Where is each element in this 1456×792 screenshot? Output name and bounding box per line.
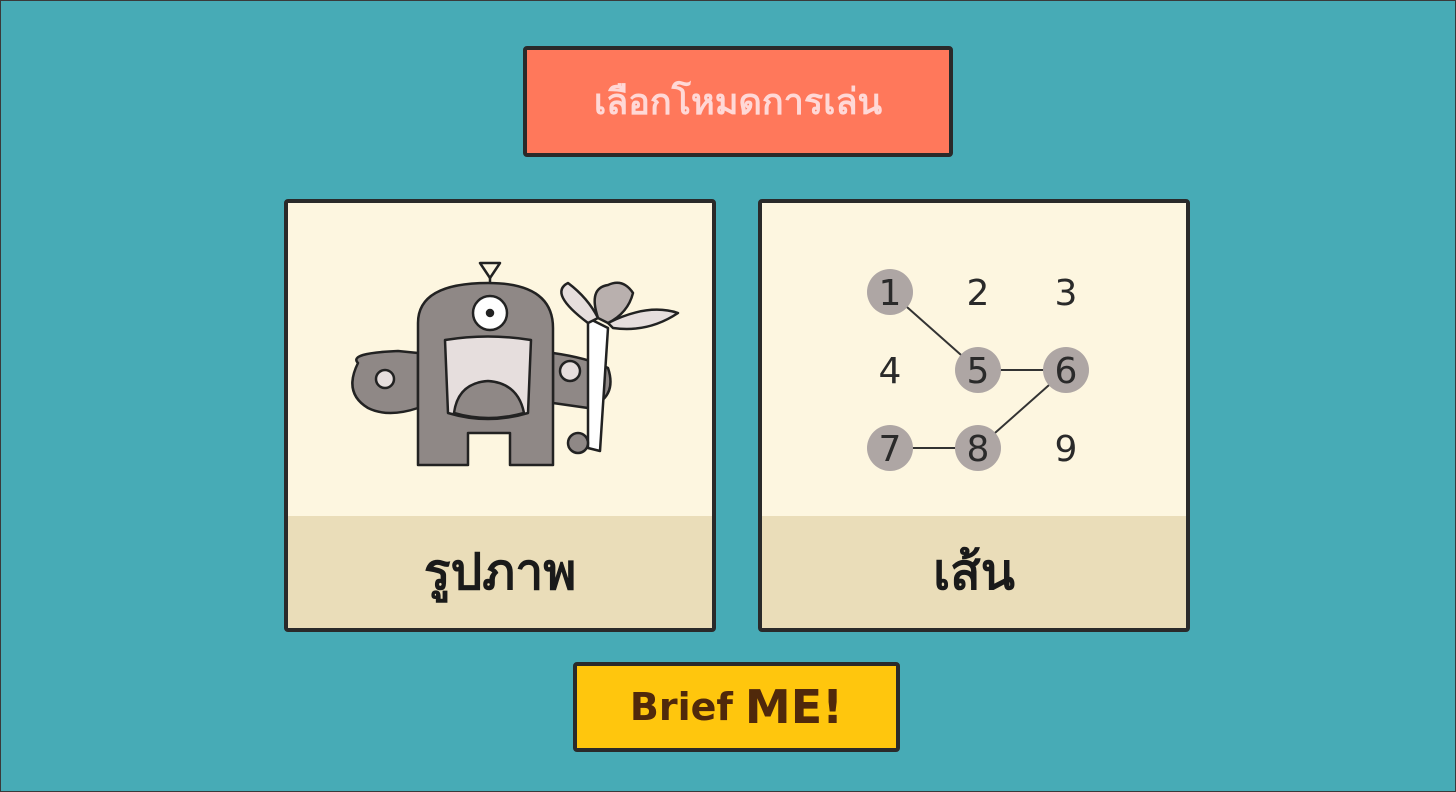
mode-label-line: เส้น <box>762 516 1186 628</box>
pattern-number: 8 <box>967 429 990 470</box>
mode-card-line[interactable]: 1 2 3 4 5 6 7 8 9 เส้น <box>758 199 1190 632</box>
pattern-number: 2 <box>967 273 990 314</box>
pattern-number: 7 <box>879 429 902 470</box>
brief-label: Brief <box>629 685 733 729</box>
pattern-number: 5 <box>967 351 990 392</box>
pattern-number: 6 <box>1055 351 1078 392</box>
mode-card-picture[interactable]: รูปภาพ <box>284 199 716 632</box>
pattern-number: 4 <box>879 351 902 392</box>
mode-select-title: เลือกโหมดการเล่น <box>523 46 953 157</box>
pattern-number: 9 <box>1055 429 1078 470</box>
pattern-number: 1 <box>879 273 902 314</box>
brief-me-button[interactable]: Brief ME! <box>573 662 900 752</box>
pattern-grid-icon: 1 2 3 4 5 6 7 8 9 <box>867 269 1089 471</box>
monster-picture-icon <box>351 261 680 467</box>
pattern-number: 3 <box>1055 273 1078 314</box>
mode-label-picture: รูปภาพ <box>288 516 712 628</box>
me-label: ME! <box>744 680 844 734</box>
